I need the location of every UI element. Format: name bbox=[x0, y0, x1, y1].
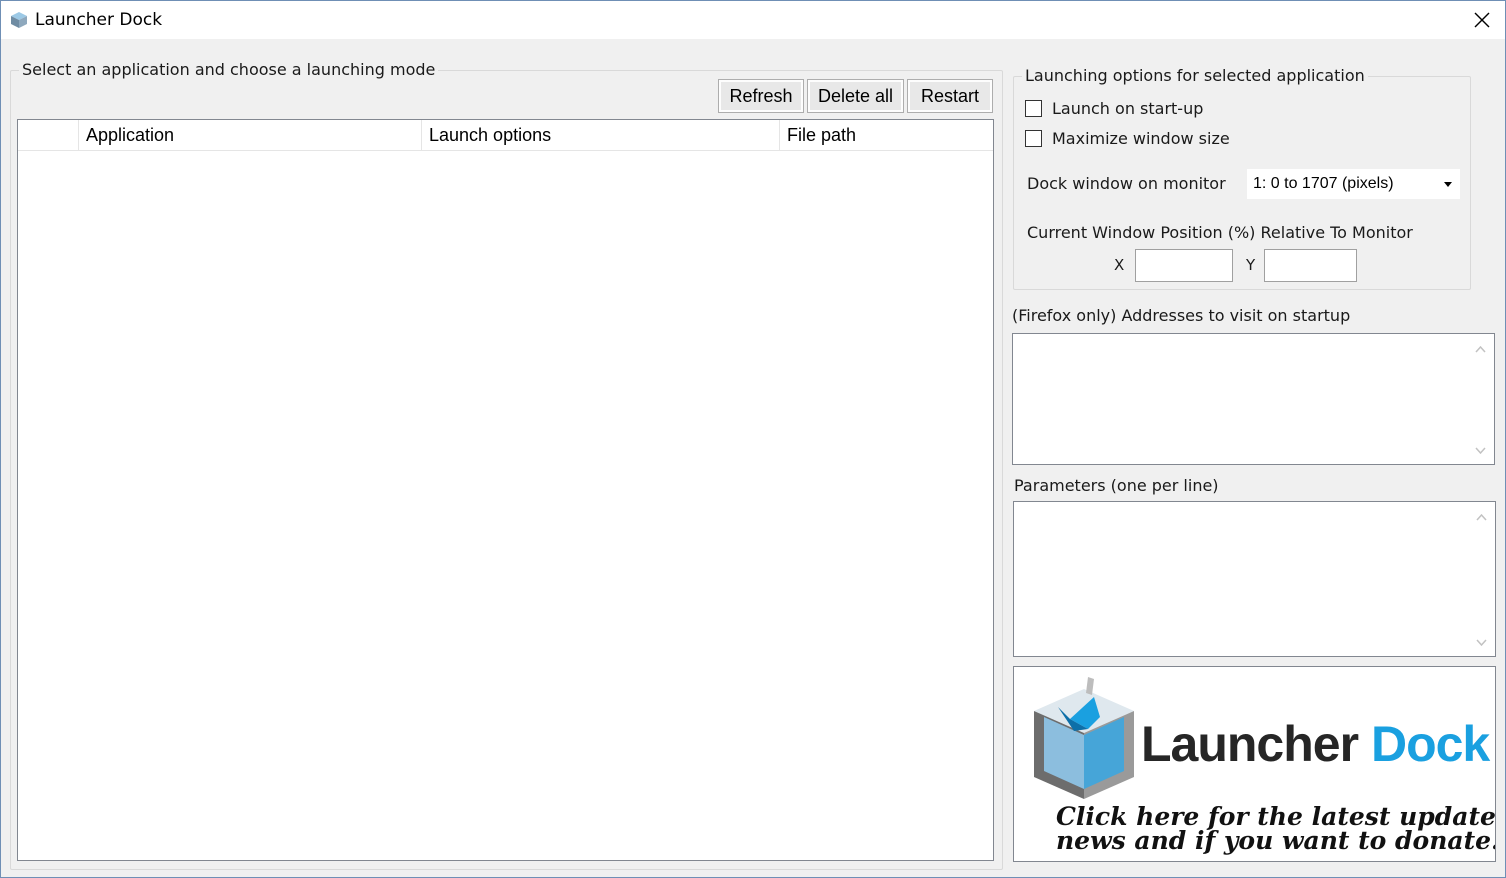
position-y-label: Y bbox=[1246, 256, 1256, 274]
firefox-addresses-textarea[interactable] bbox=[1012, 333, 1495, 465]
applications-group-label: Select an application and choose a launc… bbox=[19, 60, 439, 79]
column-header-application[interactable]: Application bbox=[79, 120, 422, 150]
main-window: Launcher Dock Select an application and … bbox=[0, 0, 1506, 878]
delete-all-button[interactable]: Delete all bbox=[807, 79, 904, 113]
close-button[interactable] bbox=[1459, 1, 1505, 39]
position-x-input[interactable] bbox=[1135, 249, 1233, 282]
firefox-addresses-scrollbar[interactable] bbox=[1467, 334, 1494, 464]
tagline-line-2: news and if you want to donate. bbox=[1056, 826, 1496, 855]
launching-options-group-label: Launching options for selected applicati… bbox=[1022, 66, 1368, 85]
firefox-addresses-label: (Firefox only) Addresses to visit on sta… bbox=[1012, 306, 1351, 325]
list-header: Application Launch options File path bbox=[18, 120, 993, 151]
maximize-window-checkbox[interactable] bbox=[1025, 130, 1042, 147]
dock-monitor-label: Dock window on monitor bbox=[1027, 174, 1226, 193]
brand-word-launcher: Launcher bbox=[1141, 716, 1359, 772]
position-y-input[interactable] bbox=[1264, 249, 1357, 282]
applications-list[interactable]: Application Launch options File path bbox=[17, 119, 994, 861]
chevron-up-icon[interactable] bbox=[1476, 514, 1487, 521]
chevron-up-icon[interactable] bbox=[1475, 346, 1486, 353]
parameters-label: Parameters (one per line) bbox=[1014, 476, 1219, 495]
parameters-textarea[interactable] bbox=[1013, 501, 1496, 657]
refresh-button[interactable]: Refresh bbox=[718, 79, 804, 113]
chevron-down-icon[interactable] bbox=[1475, 447, 1486, 454]
column-header-file-path[interactable]: File path bbox=[780, 120, 993, 150]
position-x-label: X bbox=[1114, 256, 1125, 274]
launch-on-startup-label[interactable]: Launch on start-up bbox=[1052, 99, 1203, 118]
close-icon bbox=[1474, 12, 1490, 28]
column-header-launch-options[interactable]: Launch options bbox=[422, 120, 780, 150]
brand-word-dock: Dock bbox=[1370, 716, 1490, 772]
title-bar: Launcher Dock bbox=[1, 1, 1505, 39]
maximize-window-label[interactable]: Maximize window size bbox=[1052, 129, 1230, 148]
updates-donate-banner[interactable]: Launcher Dock Click here for the latest … bbox=[1013, 666, 1496, 862]
banner-tagline: Click here for the latest updates, news … bbox=[1056, 804, 1496, 855]
dock-monitor-select[interactable]: 1: 0 to 1707 (pixels) bbox=[1246, 168, 1461, 200]
brand-wordmark: Launcher Dock bbox=[1141, 715, 1490, 773]
window-position-label: Current Window Position (%) Relative To … bbox=[1027, 223, 1413, 242]
cube-icon bbox=[11, 12, 27, 28]
column-header-select[interactable] bbox=[18, 120, 79, 150]
dock-monitor-value: 1: 0 to 1707 (pixels) bbox=[1253, 175, 1394, 192]
chevron-down-icon bbox=[1444, 182, 1452, 187]
chevron-down-icon[interactable] bbox=[1476, 639, 1487, 646]
window-title: Launcher Dock bbox=[35, 10, 163, 30]
parameters-scrollbar[interactable] bbox=[1468, 502, 1495, 656]
launch-on-startup-checkbox[interactable] bbox=[1025, 100, 1042, 117]
restart-button[interactable]: Restart bbox=[907, 79, 993, 113]
launcher-dock-logo-icon bbox=[1034, 677, 1134, 799]
